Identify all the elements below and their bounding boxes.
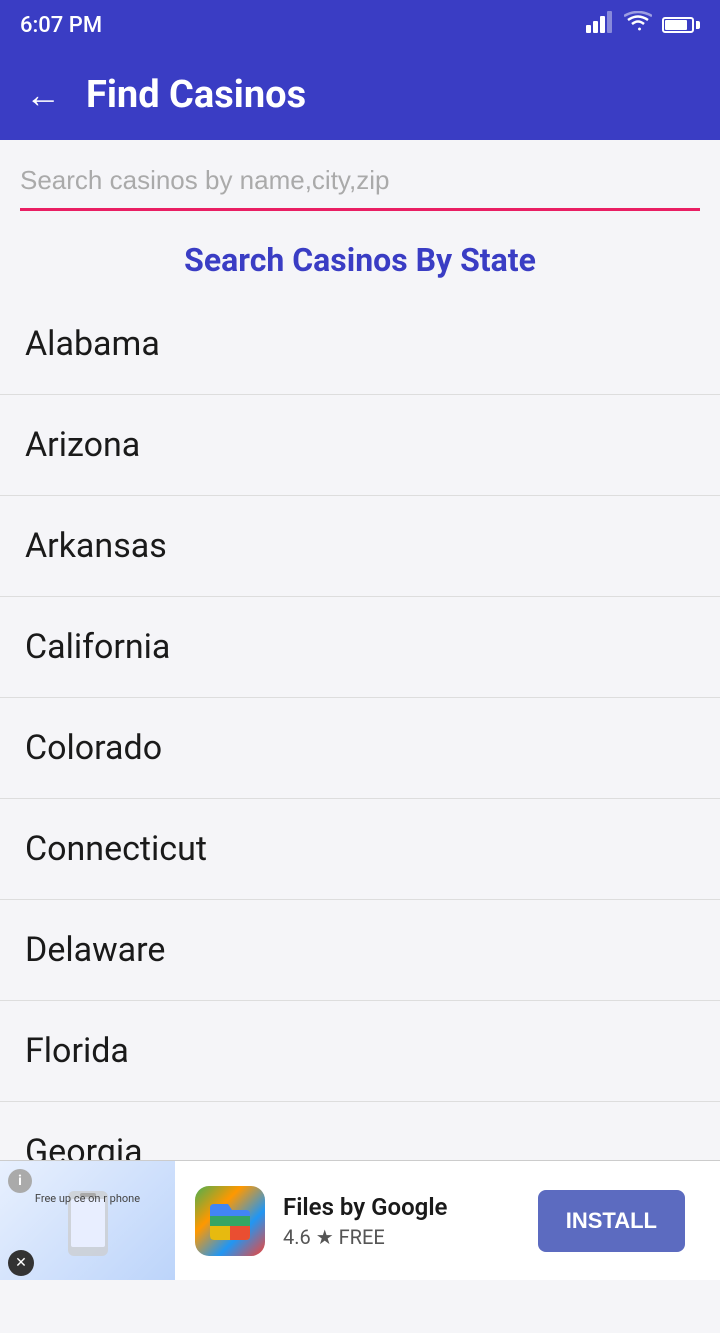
ad-close-button[interactable]: ✕ <box>8 1250 34 1276</box>
ad-middle: Files by Google 4.6 ★ FREE INSTALL <box>175 1186 720 1256</box>
state-name: California <box>25 627 170 667</box>
section-header: Search Casinos By State <box>0 211 720 294</box>
state-name: Colorado <box>25 728 162 768</box>
ad-image-area: i Free up ce on r phone ✕ <box>0 1161 175 1281</box>
ad-app-icon <box>195 1186 265 1256</box>
state-name: Arkansas <box>25 526 167 566</box>
section-title: Search Casinos By State <box>20 241 700 279</box>
wifi-icon <box>624 11 652 39</box>
status-time: 6:07 PM <box>20 13 102 38</box>
signal-icon <box>586 11 614 39</box>
app-bar-title: Find Casinos <box>86 73 306 117</box>
state-name: Connecticut <box>25 829 207 869</box>
app-bar: ← Find Casinos <box>0 50 720 140</box>
back-button[interactable]: ← <box>25 77 61 113</box>
state-name: Arizona <box>25 425 140 465</box>
ad-app-name: Files by Google <box>283 1193 520 1221</box>
ad-install-button[interactable]: INSTALL <box>538 1190 685 1252</box>
state-list-item[interactable]: Connecticut <box>0 799 720 900</box>
state-name: Delaware <box>25 930 165 970</box>
status-icons <box>586 11 700 39</box>
state-list-item[interactable]: Florida <box>0 1001 720 1102</box>
state-name: Alabama <box>25 324 160 364</box>
ad-info-icon[interactable]: i <box>8 1169 32 1193</box>
state-list-item[interactable]: Colorado <box>0 698 720 799</box>
state-list-item[interactable]: Delaware <box>0 900 720 1001</box>
ad-text: Free up ce on r phone <box>5 1191 170 1206</box>
search-input[interactable] <box>20 165 700 208</box>
status-bar: 6:07 PM <box>0 0 720 50</box>
ad-banner: i Free up ce on r phone ✕ Files by Googl… <box>0 1160 720 1280</box>
state-list-item[interactable]: Arizona <box>0 395 720 496</box>
search-container <box>0 140 720 211</box>
state-list-item[interactable]: California <box>0 597 720 698</box>
battery-icon <box>662 17 700 33</box>
state-list-item[interactable]: Arkansas <box>0 496 720 597</box>
state-name: Florida <box>25 1031 129 1071</box>
ad-app-details: Files by Google 4.6 ★ FREE <box>283 1193 520 1249</box>
ad-app-rating: 4.6 ★ FREE <box>283 1225 520 1249</box>
state-list-item[interactable]: Alabama <box>0 294 720 395</box>
